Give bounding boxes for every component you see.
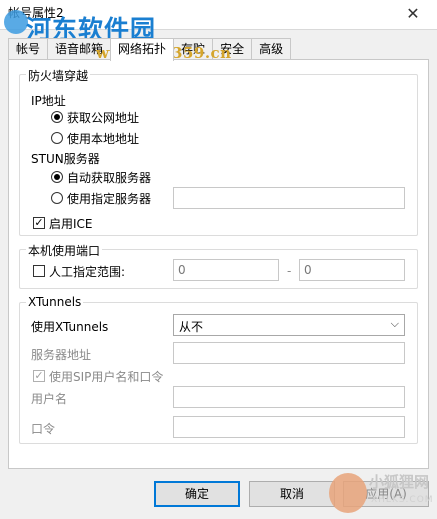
port-to-input[interactable]: 0: [299, 259, 405, 281]
radio-specified-server-label[interactable]: 使用指定服务器: [67, 190, 151, 207]
username-input[interactable]: [173, 386, 405, 408]
radio-public-address[interactable]: [51, 111, 63, 123]
xtunnels-group-title: XTunnels: [26, 295, 84, 309]
radio-public-address-label[interactable]: 获取公网地址: [67, 109, 139, 126]
sip-credentials-label[interactable]: 使用SIP用户名和口令: [49, 368, 163, 385]
ice-checkbox[interactable]: ✓: [33, 217, 45, 229]
cancel-button[interactable]: 取消: [249, 481, 335, 507]
radio-specified-server[interactable]: [51, 192, 63, 204]
port-range-separator: -: [287, 264, 292, 278]
use-xtunnels-value: 从不: [179, 320, 204, 334]
ip-address-label: IP地址: [31, 94, 66, 108]
radio-auto-server-label[interactable]: 自动获取服务器: [67, 169, 151, 186]
radio-local-address[interactable]: [51, 132, 63, 144]
port-from-input[interactable]: 0: [173, 259, 279, 281]
server-address-label: 服务器地址: [31, 348, 92, 362]
use-xtunnels-label: 使用XTunnels: [31, 320, 109, 334]
password-input[interactable]: [173, 416, 405, 438]
fox-watermark-url: XHLKS.COM: [371, 495, 434, 505]
watermark-logo-icon: [4, 10, 28, 34]
chevron-down-icon: ⌵: [390, 317, 399, 330]
fox-logo-icon: [329, 473, 367, 513]
password-label: 口令: [31, 422, 56, 436]
radio-auto-server[interactable]: [51, 171, 63, 183]
use-xtunnels-select[interactable]: 从不 ⌵: [173, 314, 405, 336]
manual-range-label[interactable]: 人工指定范围:: [49, 263, 125, 280]
ok-button[interactable]: 确定: [154, 481, 240, 507]
username-label: 用户名: [31, 392, 68, 406]
ports-group-title: 本机使用端口: [26, 242, 103, 259]
tab-advanced[interactable]: 高级: [251, 38, 292, 60]
fox-watermark: 小狐狸网 XHLKS.COM: [325, 469, 437, 519]
tab-account[interactable]: 帐号: [8, 38, 49, 60]
fox-watermark-name: 小狐狸网: [369, 473, 430, 491]
sip-credentials-checkbox[interactable]: ✓: [33, 370, 45, 382]
radio-local-address-label[interactable]: 使用本地地址: [67, 130, 139, 147]
firewall-group-title: 防火墙穿越: [26, 67, 91, 84]
ice-checkbox-label[interactable]: 启用ICE: [49, 215, 93, 232]
manual-range-checkbox[interactable]: [33, 265, 45, 277]
tab-panel: 防火墙穿越 IP地址 获取公网地址 使用本地地址 STUN服务器 自动获取服务器…: [8, 59, 429, 469]
tab-network-topology[interactable]: 网络拓扑: [110, 38, 175, 61]
stun-server-input[interactable]: [173, 187, 405, 209]
stun-server-label: STUN服务器: [31, 152, 100, 166]
close-icon[interactable]: ✕: [403, 4, 423, 24]
tab-strip: 帐号 语音邮箱 网络拓扑 存贮 安全 高级: [8, 38, 292, 61]
server-address-input[interactable]: [173, 342, 405, 364]
